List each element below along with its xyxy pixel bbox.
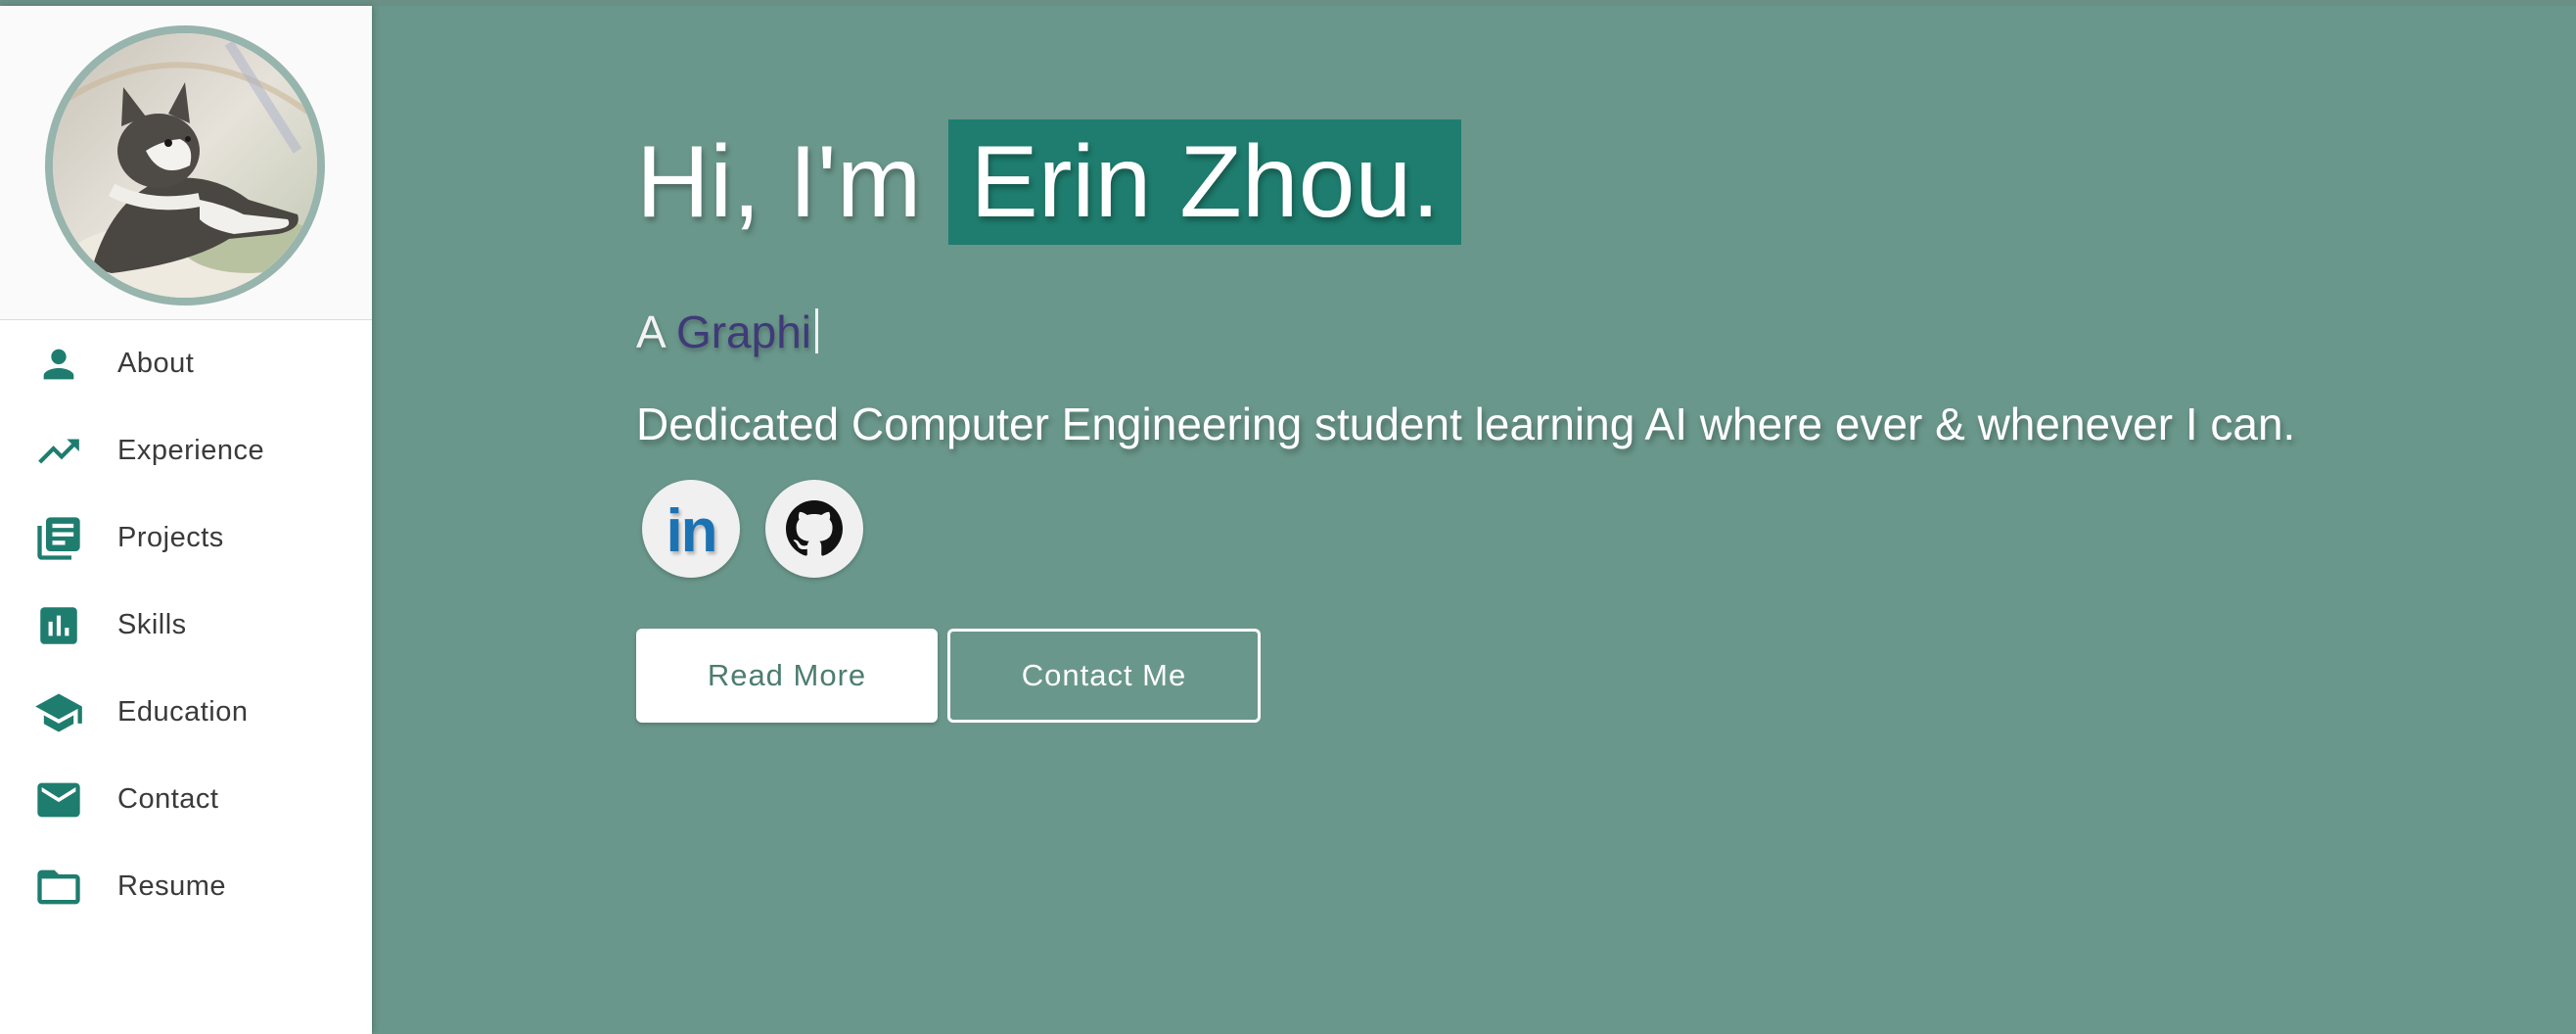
- trending-up-icon: [33, 426, 84, 477]
- linkedin-link[interactable]: in: [642, 480, 740, 578]
- cat-photo: [53, 33, 317, 298]
- role-prefix: A: [636, 306, 665, 357]
- github-link[interactable]: [765, 480, 863, 578]
- sidebar-item-label: Experience: [117, 435, 265, 466]
- greeting-text: Hi, I'm: [636, 124, 922, 239]
- sidebar-item-label: Projects: [117, 522, 224, 553]
- sidebar-item-education[interactable]: Education: [0, 669, 372, 756]
- sidebar-item-skills[interactable]: Skills: [0, 582, 372, 669]
- sidebar-item-resume[interactable]: Resume: [0, 843, 372, 930]
- role-typewriter: A Graphi: [636, 306, 2295, 358]
- role-typed-text: Graphi: [675, 306, 812, 357]
- avatar: [45, 25, 325, 306]
- sidebar: About Experience Projects Skills Educati…: [0, 6, 372, 1034]
- hero-section: Hi, I'm Erin Zhou. A Graphi Dedicated Co…: [372, 6, 2576, 1034]
- sidebar-item-label: Contact: [117, 783, 219, 815]
- tagline: Dedicated Computer Engineering student l…: [636, 399, 2296, 449]
- sidebar-item-label: Resume: [117, 870, 226, 902]
- hero-actions: Read More Contact Me: [636, 629, 2295, 723]
- mail-icon: [33, 775, 84, 825]
- github-icon: [786, 500, 843, 556]
- app-root: About Experience Projects Skills Educati…: [0, 0, 2576, 1034]
- hero-heading: Hi, I'm Erin Zhou.: [636, 119, 2295, 245]
- sidebar-item-experience[interactable]: Experience: [0, 407, 372, 494]
- sidebar-item-label: About: [117, 348, 195, 379]
- bar-chart-icon: [33, 600, 84, 651]
- person-icon: [33, 339, 84, 390]
- sidebar-item-about[interactable]: About: [0, 320, 372, 407]
- library-books-icon: [33, 513, 84, 564]
- hero-content: Hi, I'm Erin Zhou. A Graphi Dedicated Co…: [636, 119, 2295, 723]
- sidebar-item-label: Skills: [117, 609, 187, 640]
- sidebar-nav: About Experience Projects Skills Educati…: [0, 320, 372, 930]
- read-more-button[interactable]: Read More: [636, 629, 938, 723]
- sidebar-item-projects[interactable]: Projects: [0, 494, 372, 582]
- sidebar-item-label: Education: [117, 696, 249, 728]
- name-highlight: Erin Zhou.: [948, 119, 1462, 245]
- folder-icon: [33, 862, 84, 913]
- social-links: in: [636, 480, 2295, 578]
- sidebar-item-contact[interactable]: Contact: [0, 756, 372, 843]
- contact-me-button[interactable]: Contact Me: [947, 629, 1261, 723]
- typing-caret: [815, 308, 819, 353]
- avatar-header: [0, 6, 372, 320]
- graduation-cap-icon: [33, 687, 84, 738]
- linkedin-icon: in: [666, 496, 717, 565]
